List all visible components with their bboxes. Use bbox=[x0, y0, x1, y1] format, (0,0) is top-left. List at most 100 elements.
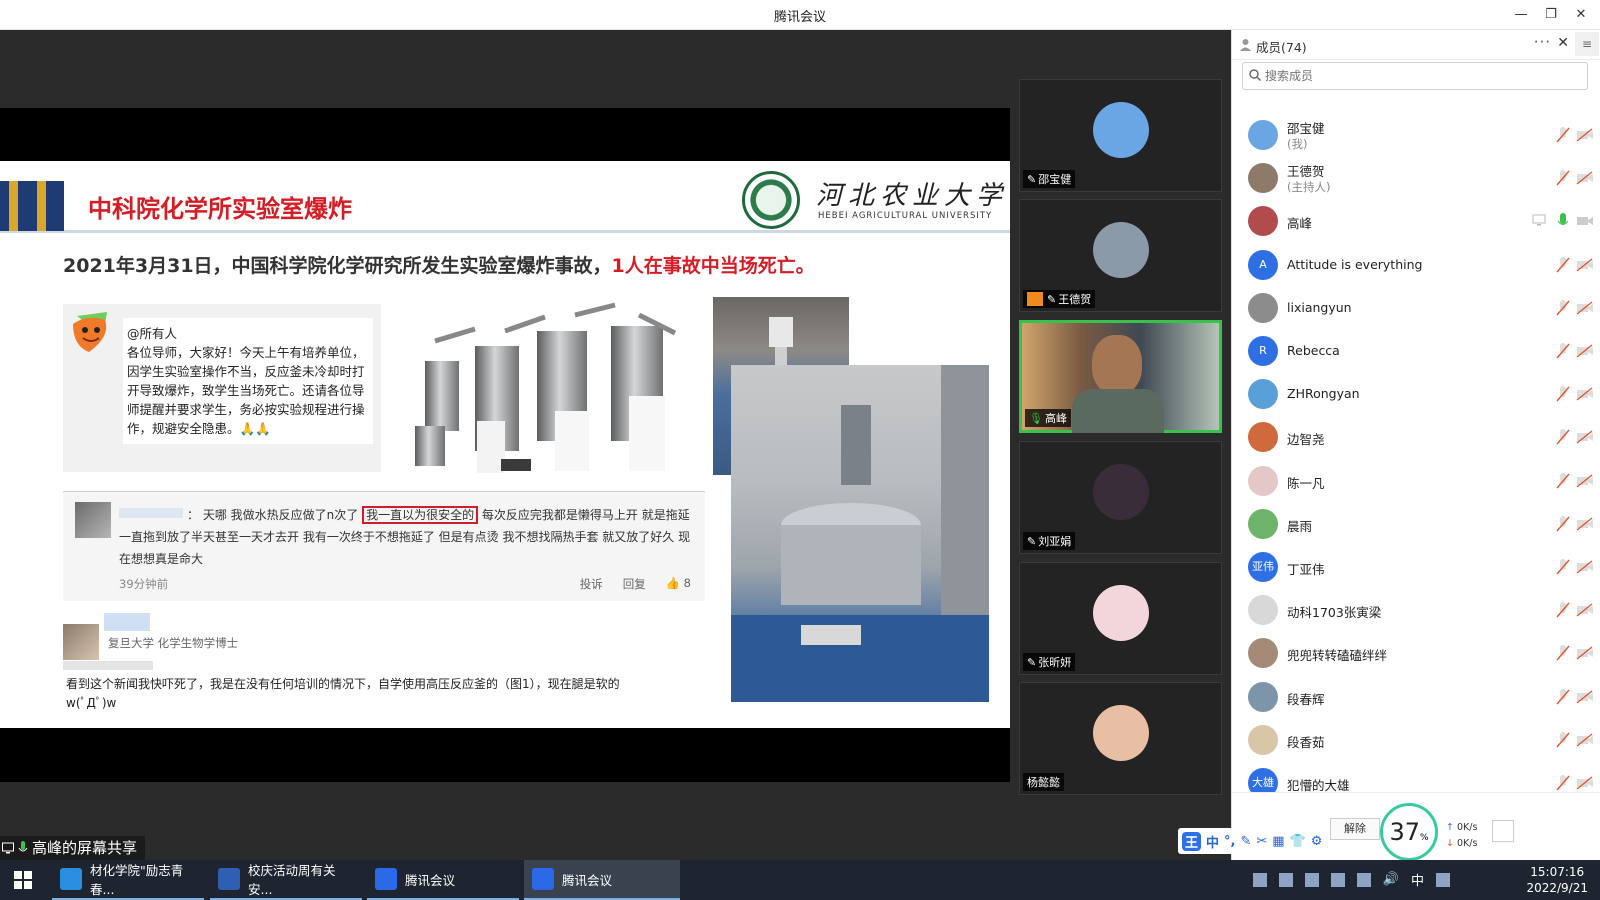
restore-icon[interactable]: ❐ bbox=[1538, 4, 1564, 26]
ime-tray-icon[interactable] bbox=[1436, 872, 1450, 887]
mic-muted-icon[interactable] bbox=[1556, 343, 1570, 359]
camera-off-icon[interactable] bbox=[1576, 128, 1594, 142]
video-tile[interactable]: 杨懿懿 bbox=[1019, 682, 1222, 795]
member-row[interactable]: lixiangyun bbox=[1248, 287, 1593, 329]
member-row[interactable]: 段香茹 bbox=[1248, 719, 1593, 761]
mic-muted-icon[interactable] bbox=[1556, 515, 1570, 532]
camera-off-icon[interactable] bbox=[1576, 214, 1594, 228]
taskbar-app-button[interactable]: 材化学院"励志青春... bbox=[52, 860, 204, 900]
member-row[interactable]: 邵宝健 (我) bbox=[1248, 114, 1593, 156]
tile-name-label: 🎙 高峰 bbox=[1025, 409, 1071, 427]
windows-start-icon[interactable] bbox=[14, 871, 32, 889]
ime-tool-icon[interactable]: ⚙ bbox=[1311, 834, 1323, 849]
member-row[interactable]: ZHRongyan bbox=[1248, 373, 1593, 415]
member-row[interactable]: A Attitude is everything bbox=[1248, 244, 1593, 286]
mic-muted-icon[interactable] bbox=[1556, 429, 1570, 445]
member-row[interactable]: 边智尧 bbox=[1248, 416, 1593, 458]
ime-tool-icon[interactable]: ✎ bbox=[1240, 834, 1251, 849]
ime-logo-icon[interactable]: 王 bbox=[1182, 831, 1202, 851]
ime-tool-icon[interactable]: 👕 bbox=[1290, 834, 1306, 849]
mic-muted-icon[interactable] bbox=[1556, 256, 1570, 273]
member-row[interactable]: 亚伟 丁亚伟 bbox=[1248, 546, 1593, 588]
member-row[interactable]: 高峰 bbox=[1248, 200, 1593, 242]
taskbar-app-button[interactable]: 腾讯会议 bbox=[524, 860, 680, 900]
mic-on-icon[interactable] bbox=[1556, 213, 1570, 229]
camera-off-icon[interactable] bbox=[1576, 344, 1594, 358]
mic-tray-icon[interactable] bbox=[1330, 872, 1345, 887]
mic-muted-icon[interactable] bbox=[1556, 170, 1570, 186]
camera-off-icon[interactable] bbox=[1576, 171, 1594, 185]
gauge-unit: % bbox=[1419, 833, 1429, 843]
network-icon[interactable] bbox=[1356, 872, 1371, 887]
taskbar-app-label: 腾讯会议 bbox=[405, 872, 456, 888]
mic-muted-icon[interactable] bbox=[1556, 602, 1570, 618]
mic-muted-icon[interactable] bbox=[1556, 775, 1570, 791]
minimize-icon[interactable]: — bbox=[1508, 4, 1534, 26]
mic-muted-icon[interactable] bbox=[1556, 472, 1570, 489]
panel-menu-icon[interactable]: ≡ bbox=[1575, 32, 1599, 56]
camera-off-icon[interactable] bbox=[1576, 387, 1594, 401]
unmute-all-button[interactable]: 解除 bbox=[1330, 818, 1380, 840]
keyboard-icon[interactable] bbox=[1304, 872, 1319, 887]
video-tile[interactable]: ✎ 刘亚娟 bbox=[1019, 441, 1222, 554]
member-search-input[interactable] bbox=[1265, 66, 1575, 86]
video-tile[interactable]: ✎ 王德贺 bbox=[1019, 199, 1222, 312]
mic-muted-icon[interactable] bbox=[1556, 731, 1570, 748]
ime-tool-icon[interactable]: ▦ bbox=[1272, 834, 1284, 849]
member-avatar bbox=[1248, 206, 1278, 237]
camera-off-icon[interactable] bbox=[1576, 301, 1594, 315]
mic-muted-icon[interactable] bbox=[1556, 645, 1570, 661]
tile-name-label: ✎ 刘亚娟 bbox=[1023, 532, 1076, 550]
mic-muted-icon[interactable] bbox=[1556, 299, 1570, 316]
member-row[interactable]: 兜兜转转磕磕绊绊 bbox=[1248, 632, 1593, 674]
member-row[interactable]: 陈一凡 bbox=[1248, 460, 1593, 502]
video-tile[interactable]: ✎ 张昕妍 bbox=[1019, 562, 1222, 675]
member-avatar bbox=[1248, 724, 1278, 755]
shield-icon[interactable] bbox=[1278, 872, 1293, 887]
camera-off-icon[interactable] bbox=[1576, 776, 1594, 790]
ime-tool-icon[interactable]: °, bbox=[1224, 834, 1235, 849]
member-name: 高峰 bbox=[1287, 216, 1313, 232]
camera-off-icon[interactable] bbox=[1576, 474, 1594, 488]
ime-tool-icon[interactable]: 中 bbox=[1206, 832, 1219, 851]
member-row[interactable]: 段春辉 bbox=[1248, 676, 1593, 718]
comment-text: ： 天哪 我做水热反应做了n次了 我一直以为很安全的 每次反应完我都是懒得马上开… bbox=[119, 504, 699, 570]
mic-muted-icon[interactable] bbox=[1556, 559, 1570, 575]
member-row[interactable]: 王德贺 (主持人) bbox=[1248, 157, 1593, 199]
camera-off-icon[interactable] bbox=[1576, 258, 1594, 272]
member-row[interactable]: 动科1703张寅梁 bbox=[1248, 589, 1593, 631]
wechat-mention: @所有人 bbox=[127, 326, 178, 341]
taskbar-app-button[interactable]: 腾讯会议 bbox=[367, 860, 519, 900]
stripe bbox=[36, 181, 46, 231]
system-clock[interactable]: 15:07:16 2022/9/21 bbox=[1526, 864, 1588, 896]
member-name: 陈一凡 bbox=[1287, 475, 1325, 491]
ime-tool-icon[interactable]: ✂ bbox=[1256, 834, 1267, 849]
camera-off-icon[interactable] bbox=[1576, 560, 1594, 574]
mic-muted-icon[interactable] bbox=[1556, 386, 1570, 402]
input-language[interactable]: 中 bbox=[1411, 870, 1424, 889]
stripe bbox=[0, 181, 10, 231]
member-name: 王德贺 bbox=[1287, 164, 1325, 180]
camera-off-icon[interactable] bbox=[1576, 733, 1594, 747]
video-tile[interactable]: 🎙 高峰 bbox=[1019, 320, 1222, 433]
taskbar-app-button[interactable]: 校庆活动周有关安... bbox=[210, 860, 362, 900]
reply-avatar bbox=[63, 624, 99, 660]
member-row[interactable]: R Rebecca bbox=[1248, 330, 1593, 372]
camera-off-icon[interactable] bbox=[1576, 517, 1594, 531]
close-icon[interactable]: ✕ bbox=[1568, 4, 1594, 26]
video-tile[interactable]: ✎ 邵宝健 bbox=[1019, 79, 1222, 192]
network-widget-box bbox=[1492, 820, 1514, 842]
gauge-value: 37 bbox=[1389, 818, 1420, 846]
more-options-icon[interactable]: ··· bbox=[1534, 33, 1551, 51]
camera-off-icon[interactable] bbox=[1576, 430, 1594, 444]
mic-muted-icon[interactable] bbox=[1556, 688, 1570, 705]
close-panel-icon[interactable]: ✕ bbox=[1557, 35, 1569, 51]
window-title: 腾讯会议 bbox=[773, 10, 826, 25]
mic-muted-icon[interactable] bbox=[1556, 127, 1570, 143]
member-row[interactable]: 晨雨 bbox=[1248, 503, 1593, 545]
camera-off-icon[interactable] bbox=[1576, 690, 1594, 704]
camera-off-icon[interactable] bbox=[1576, 603, 1594, 617]
volume-icon[interactable]: 🔊 bbox=[1383, 872, 1399, 887]
camera-off-icon[interactable] bbox=[1576, 646, 1594, 660]
meeting-tray-icon[interactable] bbox=[1252, 872, 1267, 887]
